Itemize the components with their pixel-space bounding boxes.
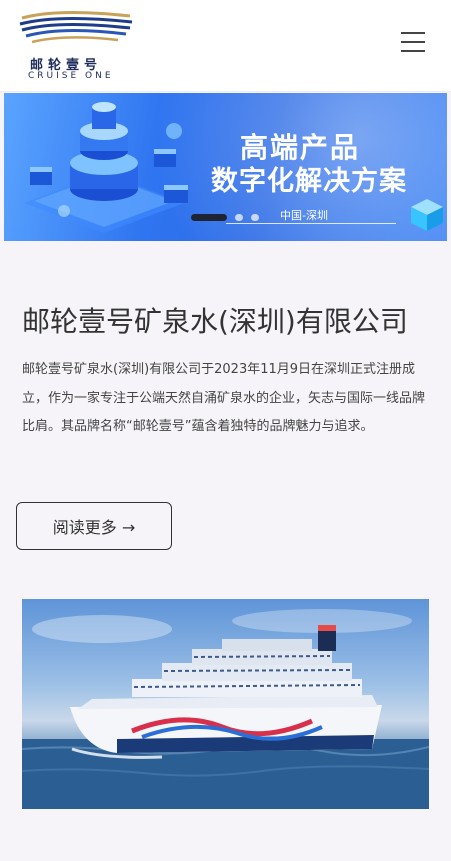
site-header: 邮轮壹号 CRUISE ONE <box>0 0 451 92</box>
cruise-ship-illustration <box>22 609 429 809</box>
decor-cubes-icon <box>411 199 443 231</box>
brand-logo[interactable]: 邮轮壹号 CRUISE ONE <box>18 10 138 84</box>
company-intro: 邮轮壹号矿泉水(深圳)有限公司于2023年11月9日在深圳正式注册成立，作为一家… <box>22 362 426 434</box>
carousel-dot-2[interactable] <box>235 214 243 221</box>
carousel-dot-3[interactable] <box>251 214 259 221</box>
cruise-ship-image <box>22 599 429 809</box>
page: 邮轮壹号 CRUISE ONE 高端产品 数字化解决方案 中国-深圳 邮轮壹号矿… <box>0 0 451 861</box>
logo-english-text: CRUISE ONE <box>28 71 114 81</box>
banner-location: 中国-深圳 <box>280 209 328 222</box>
carousel-dot-1[interactable] <box>191 214 227 221</box>
read-more-button[interactable]: 阅读更多 → <box>16 502 172 550</box>
banner-divider <box>226 223 396 224</box>
isometric-server-illustration <box>24 102 188 233</box>
logo-waves-icon <box>19 10 133 44</box>
banner-subtitle: 数字化解决方案 <box>211 166 407 197</box>
hero-banner[interactable]: 高端产品 数字化解决方案 中国-深圳 <box>4 93 447 241</box>
company-title: 邮轮壹号矿泉水(深圳)有限公司 <box>22 305 408 338</box>
hamburger-menu-icon[interactable] <box>401 32 427 56</box>
